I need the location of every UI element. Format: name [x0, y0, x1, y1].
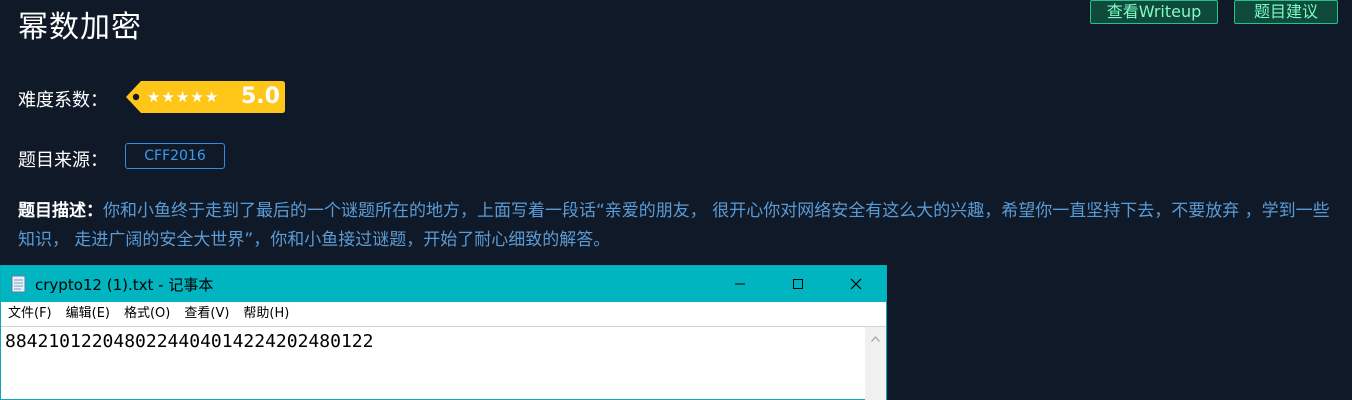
difficulty-rating-tag: ★ ★ ★ ★ ★ 5.0 [125, 80, 286, 114]
notepad-title: crypto12 (1).txt - 记事本 [35, 276, 214, 294]
difficulty-label: 难度系数： [18, 90, 108, 111]
source-label: 题目来源： [18, 150, 108, 171]
maximize-button[interactable] [769, 266, 827, 302]
difficulty-score: 5.0 [241, 84, 280, 109]
notepad-menubar: 文件(F) 编辑(E) 格式(O) 查看(V) 帮助(H) [1, 302, 886, 326]
minimize-icon [735, 283, 745, 285]
star-icon: ★ [161, 88, 175, 106]
maximize-icon [793, 279, 803, 289]
notepad-titlebar[interactable]: crypto12 (1).txt - 记事本 [1, 266, 886, 302]
description-label: 题目描述： [18, 201, 103, 221]
star-icon: ★ [204, 88, 219, 106]
star-icon: ★ [190, 88, 204, 106]
menu-help[interactable]: 帮助(H) [236, 302, 296, 326]
notepad-text-area[interactable]: 8842101220480224404014224202480122 [1, 326, 865, 400]
notepad-window: crypto12 (1).txt - 记事本 文件(F) 编辑(E) 格式(O)… [0, 265, 887, 400]
menu-view[interactable]: 查看(V) [177, 302, 236, 326]
menu-edit[interactable]: 编辑(E) [59, 302, 117, 326]
vertical-scrollbar[interactable] [865, 326, 886, 400]
notepad-file-icon [11, 275, 26, 293]
view-writeup-button[interactable]: 查看Writeup [1090, 0, 1218, 24]
description-text: 你和小鱼终于走到了最后的一个谜题所在的地方，上面写着一段话“亲爱的朋友， 很开心… [18, 201, 1330, 250]
page-title: 幂数加密 [18, 10, 142, 45]
minimize-button[interactable] [711, 266, 769, 302]
menu-format[interactable]: 格式(O) [117, 302, 177, 326]
scroll-up-icon[interactable] [865, 331, 886, 347]
close-button[interactable] [827, 266, 885, 302]
suggest-button[interactable]: 题目建议 [1234, 0, 1338, 24]
star-icon: ★ [175, 88, 190, 106]
description: 题目描述：你和小鱼终于走到了最后的一个谜题所在的地方，上面写着一段话“亲爱的朋友… [18, 197, 1334, 255]
difficulty-stars: ★ ★ ★ ★ ★ [147, 84, 218, 110]
star-icon: ★ [147, 88, 161, 106]
close-icon [850, 278, 862, 290]
menu-file[interactable]: 文件(F) [1, 302, 59, 326]
source-badge: CFF2016 [125, 143, 225, 169]
